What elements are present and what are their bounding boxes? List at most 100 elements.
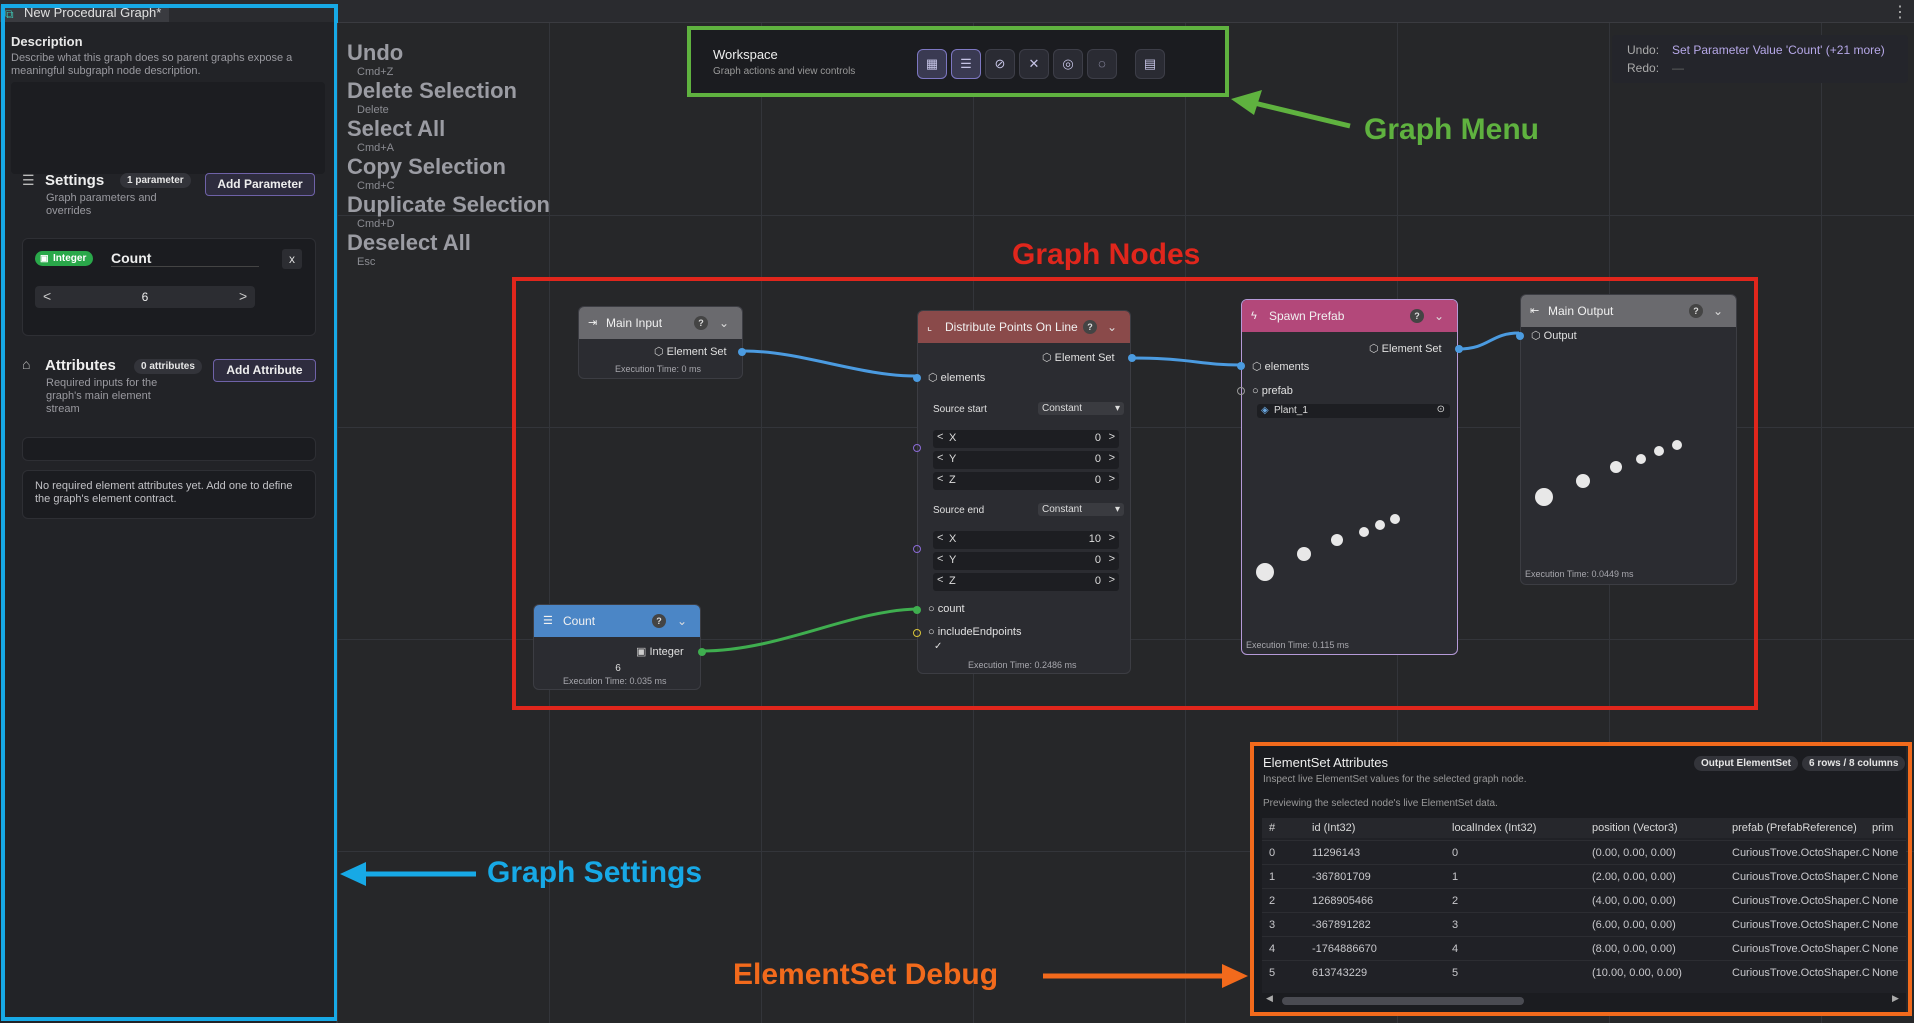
input-port[interactable] (1516, 332, 1524, 340)
vector-field-z[interactable]: < Z 0 > (933, 472, 1119, 490)
count-port-label: ○ count (928, 603, 965, 615)
input-port[interactable] (913, 444, 921, 452)
include-endpoints-checkbox[interactable]: ✓ (934, 641, 942, 652)
integer-icon: ▣ (636, 646, 650, 658)
decrement-icon: < (937, 473, 944, 485)
node-spawn-prefab[interactable]: ϟ Spawn Prefab ? ⌄ ⬡ Element Set ⬡ eleme… (1237, 299, 1463, 655)
vector-field-y[interactable]: < Y 0 > (933, 451, 1119, 469)
graph-menu-label: Graph Menu (1364, 113, 1540, 146)
execution-time: Execution Time: 0 ms (615, 364, 702, 374)
output-port[interactable] (1128, 354, 1136, 362)
vector-field-x[interactable]: < X 10 > (933, 531, 1119, 549)
execution-time: Execution Time: 0.035 ms (563, 676, 667, 686)
input-port-label: ⬡ elements (928, 372, 986, 384)
increment-icon: > (1108, 431, 1115, 443)
output-port[interactable] (1455, 345, 1463, 353)
source-end-dropdown[interactable]: Constant ▾ (1038, 503, 1124, 516)
chevron-down-icon[interactable]: ⌄ (1713, 295, 1723, 327)
plant-glyphs (1256, 514, 1400, 581)
sliders-icon: ☰ (543, 615, 553, 627)
element-set-icon: ⬡ (1252, 361, 1265, 373)
increment-icon: > (1108, 574, 1115, 586)
chevron-down-icon[interactable]: ⌄ (677, 605, 687, 637)
input-port[interactable] (913, 374, 921, 382)
include-endpoints-label: ○ includeEndpoints (928, 626, 1022, 638)
circle-icon: ○ (928, 626, 938, 638)
graph-menu-arrowhead (1231, 90, 1262, 115)
help-icon[interactable]: ? (1410, 309, 1424, 323)
output-port-label: ⬡ Element Set (654, 346, 727, 358)
node-title: Count (563, 614, 596, 628)
vector-field-y[interactable]: < Y 0 > (933, 552, 1119, 570)
plant-glyphs (1535, 440, 1682, 506)
chevron-down-icon[interactable]: ⌄ (1434, 300, 1444, 332)
output-port[interactable] (698, 648, 706, 656)
help-icon[interactable]: ? (694, 316, 708, 330)
elementset-debug-label: ElementSet Debug (733, 958, 999, 991)
help-icon[interactable]: ? (652, 614, 666, 628)
graph-settings-arrowhead (340, 862, 366, 886)
line-icon: ⌞ (927, 321, 933, 333)
output-port-label: ▣ Integer (636, 646, 684, 658)
prefab-port-label: ○ prefab (1252, 385, 1293, 397)
prefab-field[interactable]: ◈ Plant_1 ⊙ (1257, 404, 1450, 418)
input-port[interactable] (913, 606, 921, 614)
node-header[interactable]: ☰ Count ? ⌄ (534, 605, 700, 637)
input-port[interactable] (1237, 362, 1245, 370)
elementset-debug-highlight (1250, 742, 1912, 1016)
execution-time: Execution Time: 0.115 ms (1246, 640, 1349, 650)
source-start-dropdown[interactable]: Constant ▾ (1038, 402, 1124, 415)
increment-icon: > (1108, 473, 1115, 485)
decrement-icon: < (937, 452, 944, 464)
circle-icon: ○ (1252, 385, 1262, 397)
output-icon: ⇤ (1530, 305, 1540, 317)
chevron-down-icon[interactable]: ⌄ (1107, 311, 1117, 343)
output-preview (1535, 440, 1682, 506)
node-title: Spawn Prefab (1269, 309, 1345, 323)
node-main-output[interactable]: ⇤ Main Output ? ⌄ ⬡ Output Execution Tim… (1516, 294, 1737, 585)
help-icon[interactable]: ? (1083, 320, 1097, 334)
node-header[interactable]: ⇥ Main Input ? ⌄ (579, 307, 742, 339)
output-port[interactable] (738, 348, 746, 356)
increment-icon: > (1108, 553, 1115, 565)
vector-field-z[interactable]: < Z 0 > (933, 573, 1119, 591)
help-icon[interactable]: ? (1689, 304, 1703, 318)
prefab-icon: ◈ (1261, 405, 1269, 416)
decrement-icon: < (937, 574, 944, 586)
graph-nodes-label: Graph Nodes (1012, 238, 1201, 271)
increment-icon: > (1108, 452, 1115, 464)
source-start-label: Source start (933, 404, 987, 415)
input-port[interactable] (1237, 387, 1245, 395)
dropdown-caret-icon: ▾ (1114, 504, 1120, 515)
element-set-icon: ⬡ (1531, 330, 1544, 342)
input-port-label: ⬡ Output (1531, 330, 1577, 342)
input-port[interactable] (913, 545, 921, 553)
node-header[interactable]: ⇤ Main Output ? ⌄ (1521, 295, 1736, 327)
circle-icon: ○ (928, 603, 938, 615)
element-set-icon: ⬡ (1042, 352, 1055, 364)
node-header[interactable]: ϟ Spawn Prefab ? ⌄ (1242, 300, 1457, 332)
input-port[interactable] (913, 629, 921, 637)
node-main-input[interactable]: ⇥ Main Input ? ⌄ ⬡ Element Set Execution… (578, 306, 746, 379)
output-port-label: ⬡ Element Set (1369, 343, 1442, 355)
graph-menu-arrow (1249, 99, 1351, 129)
chevron-down-icon[interactable]: ⌄ (719, 307, 729, 339)
source-end-label: Source end (933, 505, 985, 516)
node-distribute-points-on-line[interactable]: ⌞ Distribute Points On Line ? ⌄ ⬡ Elemen… (913, 310, 1136, 674)
bolt-icon: ϟ (1251, 310, 1257, 322)
node-header[interactable]: ⌞ Distribute Points On Line ? ⌄ (918, 311, 1130, 343)
element-set-icon: ⬡ (1369, 343, 1382, 355)
node-title: Main Input (606, 316, 663, 330)
output-port-label: ⬡ Element Set (1042, 352, 1115, 364)
vector-field-x[interactable]: < X 0 > (933, 430, 1119, 448)
input-port-label: ⬡ elements (1252, 361, 1310, 373)
decrement-icon: < (937, 431, 944, 443)
decrement-icon: < (937, 553, 944, 565)
debug-arrowhead (1222, 964, 1248, 988)
increment-icon: > (1108, 532, 1115, 544)
dropdown-caret-icon: ▾ (1114, 403, 1120, 414)
element-set-icon: ⬡ (928, 372, 941, 384)
node-count[interactable]: ☰ Count ? ⌄ ▣ Integer 6 Execution Time: … (533, 604, 706, 690)
execution-time: Execution Time: 0.2486 ms (968, 660, 1077, 670)
graph-settings-label: Graph Settings (487, 856, 703, 889)
